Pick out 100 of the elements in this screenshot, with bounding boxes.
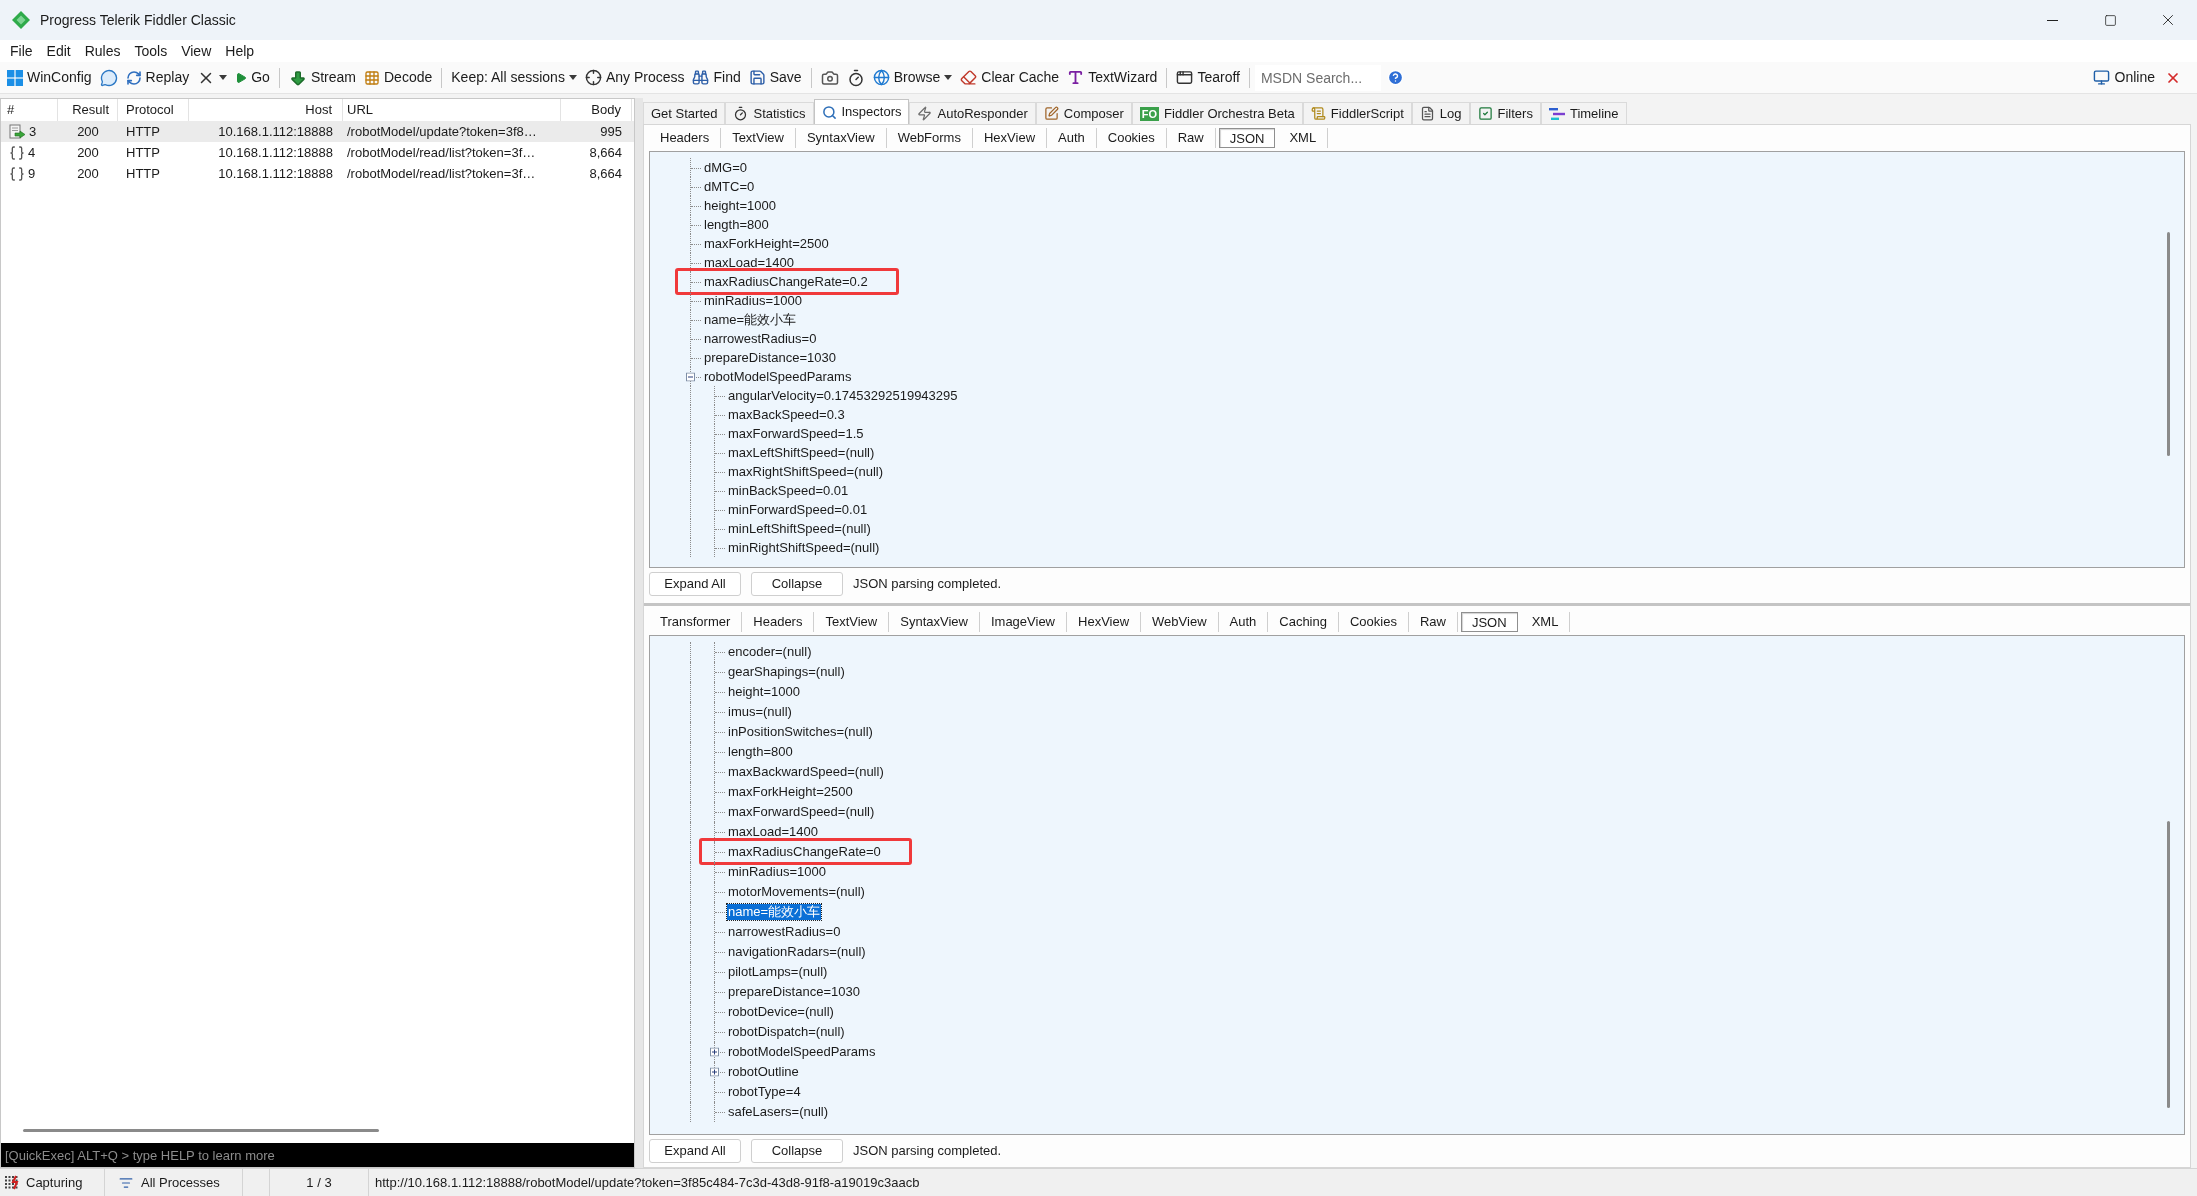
collapse-icon[interactable]: [686, 372, 695, 381]
tree-item[interactable]: robotDispatch=(null): [727, 1024, 846, 1040]
toolbar-button[interactable]: Save: [744, 64, 806, 91]
toolbar-button[interactable]: Go: [231, 64, 274, 91]
view-tab[interactable]: HexView: [972, 128, 1047, 148]
menu-item[interactable]: File: [3, 40, 40, 62]
tree-item[interactable]: maxLoad=1400: [727, 824, 819, 840]
inspector-tab[interactable]: Log: [1411, 102, 1470, 124]
view-tab[interactable]: Raw: [1408, 612, 1458, 632]
tree-item[interactable]: length=800: [727, 744, 794, 760]
menu-item[interactable]: Rules: [77, 40, 128, 62]
toolbar-button[interactable]: Decode: [360, 64, 437, 91]
tree-item[interactable]: name=能效小车: [727, 904, 822, 920]
view-tab[interactable]: SyntaxView: [795, 128, 887, 148]
tree-item[interactable]: minRightShiftSpeed=(null): [727, 539, 881, 556]
toolbar-button[interactable]: Browse: [868, 64, 957, 91]
help-icon[interactable]: [1386, 69, 1404, 86]
tree-item[interactable]: robotModelSpeedParams: [727, 1044, 877, 1060]
quickexec-field[interactable]: [QuickExec] ALT+Q > type HELP to learn more: [1, 1143, 634, 1167]
inspector-tab[interactable]: Get Started: [643, 102, 726, 124]
tree-item[interactable]: inPositionSwitches=(null): [727, 724, 874, 740]
view-tab[interactable]: ImageView: [979, 612, 1067, 632]
tree-item[interactable]: gearShapings=(null): [727, 664, 846, 680]
view-tab[interactable]: Transformer: [649, 612, 743, 632]
tree-item[interactable]: dMG=0: [703, 159, 748, 176]
toolbar-button[interactable]: Tearoff: [1172, 64, 1244, 91]
tree-item[interactable]: robotDevice=(null): [727, 1004, 835, 1020]
tree-item[interactable]: minBackSpeed=0.01: [727, 482, 850, 499]
tree-item[interactable]: minLeftShiftSpeed=(null): [727, 520, 872, 537]
tree-item[interactable]: prepareDistance=1030: [703, 349, 837, 366]
menu-item[interactable]: Tools: [127, 40, 175, 62]
expand-icon[interactable]: [710, 1047, 719, 1057]
tree-item[interactable]: maxLeftShiftSpeed=(null): [727, 444, 876, 461]
view-tab[interactable]: Raw: [1166, 128, 1216, 148]
collapse-button[interactable]: Collapse: [751, 572, 843, 596]
view-tab[interactable]: Auth: [1047, 128, 1097, 148]
tree-item[interactable]: robotOutline: [727, 1064, 800, 1080]
view-tab[interactable]: Headers: [742, 612, 815, 632]
expand-all-button[interactable]: Expand All: [649, 1139, 741, 1163]
collapse-button[interactable]: Collapse: [751, 1139, 843, 1163]
view-tab[interactable]: SyntaxView: [889, 612, 980, 632]
process-filter[interactable]: All Processes: [105, 1169, 243, 1196]
toolbar-button[interactable]: Stream: [284, 64, 360, 91]
view-tab[interactable]: Cookies: [1338, 612, 1409, 632]
session-row[interactable]: 3 200 HTTP 10.168.1.112:18888 /robotModel/update?token=3f8… 995: [1, 121, 634, 142]
toolbar-button[interactable]: Clear Cache: [956, 64, 1064, 91]
tree-item[interactable]: maxForkHeight=2500: [703, 235, 830, 252]
tree-item[interactable]: robotType=4: [727, 1084, 802, 1100]
view-tab[interactable]: WebView: [1141, 612, 1219, 632]
inspector-tab[interactable]: Composer: [1035, 102, 1132, 124]
tree-item[interactable]: angularVelocity=0.17453292519943295: [727, 387, 959, 404]
inspector-tab[interactable]: AutoResponder: [909, 102, 1036, 124]
inspector-tab[interactable]: Filters: [1469, 102, 1541, 124]
tree-item[interactable]: height=1000: [727, 684, 801, 700]
tree-item[interactable]: maxForkHeight=2500: [727, 784, 854, 800]
inspector-tab[interactable]: Timeline: [1540, 102, 1627, 124]
tree-item[interactable]: maxRightShiftSpeed=(null): [727, 463, 884, 480]
tree-item[interactable]: maxBackSpeed=0.3: [727, 406, 846, 423]
scrollbar-thumb[interactable]: [2167, 232, 2170, 456]
tree-item[interactable]: narrowestRadius=0: [727, 924, 842, 940]
tree-item[interactable]: length=800: [703, 216, 770, 233]
inspector-tab[interactable]: Inspectors: [813, 99, 910, 124]
tree-item[interactable]: minForwardSpeed=0.01: [727, 501, 869, 518]
search-field[interactable]: MSDN Search...: [1254, 64, 1381, 91]
view-tab[interactable]: Cookies: [1096, 128, 1167, 148]
tree-item[interactable]: name=能效小车: [703, 311, 798, 328]
scrollbar-thumb[interactable]: [23, 1129, 379, 1132]
view-tab[interactable]: WebForms: [886, 128, 973, 148]
tree-item[interactable]: maxForwardSpeed=(null): [727, 804, 876, 820]
tree-item[interactable]: height=1000: [703, 197, 777, 214]
view-tab[interactable]: Headers: [649, 128, 722, 148]
toolbar-button[interactable]: Replay: [121, 64, 194, 91]
tree-item[interactable]: maxBackwardSpeed=(null): [727, 764, 885, 780]
tree-item[interactable]: imus=(null): [727, 704, 793, 720]
tree-item[interactable]: maxForwardSpeed=1.5: [727, 425, 865, 442]
tree-item[interactable]: maxRadiusChangeRate=0: [727, 844, 882, 860]
tree-item[interactable]: maxRadiusChangeRate=0.2: [703, 273, 869, 290]
tree-item[interactable]: robotModelSpeedParams: [703, 368, 853, 385]
tree-item[interactable]: narrowestRadius=0: [703, 330, 818, 347]
view-tab[interactable]: TextView: [721, 128, 796, 148]
view-tab[interactable]: JSON: [1218, 128, 1276, 148]
view-tab[interactable]: JSON: [1460, 612, 1518, 632]
menu-item[interactable]: View: [174, 40, 219, 62]
inspector-tab[interactable]: Statistics: [725, 102, 814, 124]
tree-item[interactable]: minRadius=1000: [703, 292, 803, 309]
capture-toggle[interactable]: Capturing: [0, 1169, 105, 1196]
expand-icon[interactable]: [710, 1067, 719, 1077]
scrollbar-thumb[interactable]: [2167, 821, 2170, 1108]
tree-item[interactable]: pilotLamps=(null): [727, 964, 829, 980]
tree-item[interactable]: encoder=(null): [727, 644, 813, 660]
inspector-tab[interactable]: FiddlerScript: [1302, 102, 1412, 124]
view-tab[interactable]: XML: [1278, 128, 1329, 148]
toolbar-button[interactable]: Find: [688, 64, 745, 91]
tree-item[interactable]: minRadius=1000: [727, 864, 827, 880]
tree-item[interactable]: motorMovements=(null): [727, 884, 866, 900]
toolbar-button[interactable]: TextWizard: [1063, 64, 1162, 91]
view-tab[interactable]: Caching: [1268, 612, 1339, 632]
menu-item[interactable]: Help: [218, 40, 262, 62]
menu-item[interactable]: Edit: [39, 40, 78, 62]
tree-item[interactable]: prepareDistance=1030: [727, 984, 861, 1000]
